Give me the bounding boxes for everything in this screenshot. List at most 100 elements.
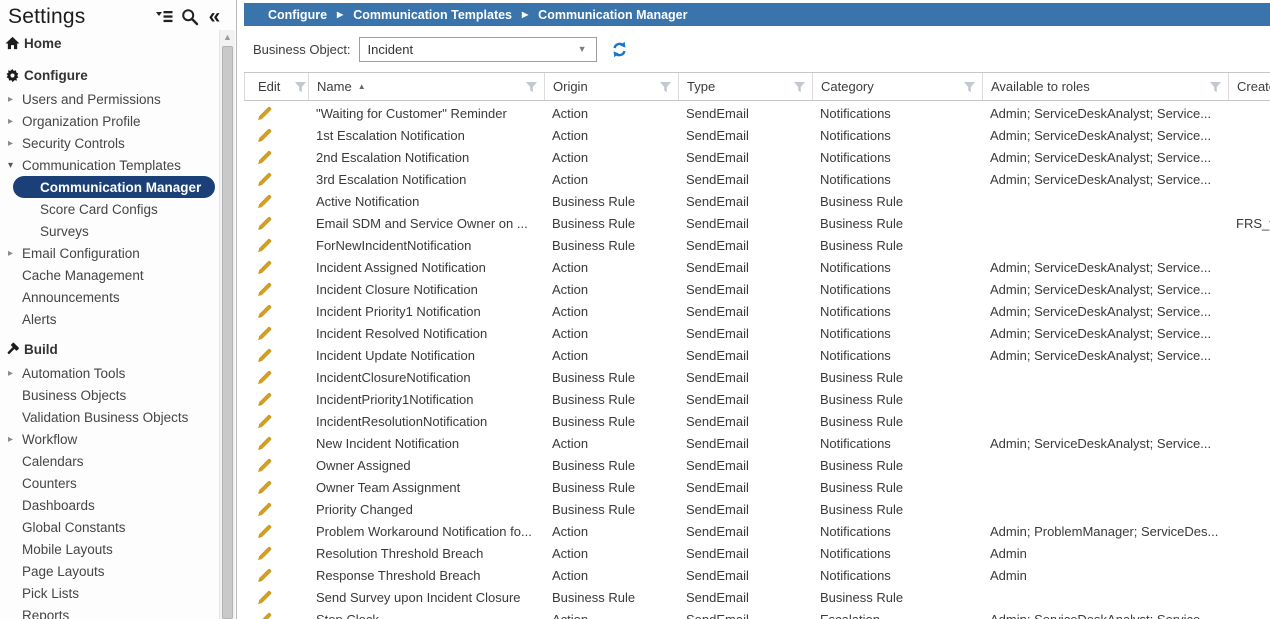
table-row[interactable]: "Waiting for Customer" Reminder Action S… xyxy=(244,102,1270,124)
edit-pencil-icon[interactable] xyxy=(257,304,272,319)
expand-arrow-icon[interactable]: ▸ xyxy=(8,138,22,149)
sidebar-item-validation-business-objects[interactable]: Validation Business Objects xyxy=(0,406,219,428)
edit-pencil-icon[interactable] xyxy=(257,348,272,363)
table-row[interactable]: ForNewIncidentNotification Business Rule… xyxy=(244,234,1270,256)
sidebar-item-reports[interactable]: Reports xyxy=(0,604,219,619)
table-row[interactable]: Email SDM and Service Owner on ... Busin… xyxy=(244,212,1270,234)
edit-pencil-icon[interactable] xyxy=(257,612,272,619)
sidebar-item-workflow[interactable]: ▸ Workflow xyxy=(0,428,219,450)
column-header-edit[interactable]: Edit xyxy=(245,73,309,100)
column-header-available-to-roles[interactable]: Available to roles xyxy=(983,73,1229,100)
table-row[interactable]: Incident Closure Notification Action Sen… xyxy=(244,278,1270,300)
breadcrumb-communication-manager[interactable]: Communication Manager xyxy=(538,8,687,22)
column-header-type[interactable]: Type xyxy=(679,73,813,100)
sidebar-item-build[interactable]: Build xyxy=(0,336,219,362)
table-row[interactable]: 1st Escalation Notification Action SendE… xyxy=(244,124,1270,146)
edit-pencil-icon[interactable] xyxy=(257,436,272,451)
sidebar-item-mobile-layouts[interactable]: Mobile Layouts xyxy=(0,538,219,560)
filter-funnel-icon[interactable] xyxy=(1203,81,1222,93)
sidebar-item-email-configuration[interactable]: ▸ Email Configuration xyxy=(0,242,219,264)
sidebar-item-score-card-configs[interactable]: Score Card Configs xyxy=(0,198,219,220)
table-row[interactable]: Incident Resolved Notification Action Se… xyxy=(244,322,1270,344)
edit-pencil-icon[interactable] xyxy=(257,568,272,583)
table-row[interactable]: Incident Assigned Notification Action Se… xyxy=(244,256,1270,278)
edit-pencil-icon[interactable] xyxy=(257,150,272,165)
table-row[interactable]: Problem Workaround Notification fo... Ac… xyxy=(244,520,1270,542)
edit-pencil-icon[interactable] xyxy=(257,458,272,473)
sidebar-item-business-objects[interactable]: Business Objects xyxy=(0,384,219,406)
table-row[interactable]: Owner Assigned Business Rule SendEmail B… xyxy=(244,454,1270,476)
sidebar-item-cache-management[interactable]: Cache Management xyxy=(0,264,219,286)
sidebar-item-announcements[interactable]: Announcements xyxy=(0,286,219,308)
edit-pencil-icon[interactable] xyxy=(257,326,272,341)
sidebar-item-users-and-permissions[interactable]: ▸ Users and Permissions xyxy=(0,88,219,110)
edit-pencil-icon[interactable] xyxy=(257,524,272,539)
filter-funnel-icon[interactable] xyxy=(957,81,976,93)
table-row[interactable]: Active Notification Business Rule SendEm… xyxy=(244,190,1270,212)
edit-pencil-icon[interactable] xyxy=(257,414,272,429)
expand-arrow-icon[interactable]: ▸ xyxy=(8,434,22,445)
edit-pencil-icon[interactable] xyxy=(257,590,272,605)
scroll-up-arrow-icon[interactable]: ▲ xyxy=(220,32,235,42)
sidebar-item-dashboards[interactable]: Dashboards xyxy=(0,494,219,516)
sidebar-item-pick-lists[interactable]: Pick Lists xyxy=(0,582,219,604)
filter-funnel-icon[interactable] xyxy=(653,81,672,93)
edit-pencil-icon[interactable] xyxy=(257,260,272,275)
table-row[interactable]: Incident Priority1 Notification Action S… xyxy=(244,300,1270,322)
expand-arrow-icon[interactable]: ▸ xyxy=(8,368,22,379)
column-header-create[interactable]: Create xyxy=(1229,73,1270,100)
sidebar-item-security-controls[interactable]: ▸ Security Controls xyxy=(0,132,219,154)
collapse-sidebar-icon[interactable]: « xyxy=(205,7,224,26)
edit-pencil-icon[interactable] xyxy=(257,106,272,121)
sidebar-item-global-constants[interactable]: Global Constants xyxy=(0,516,219,538)
sidebar-item-surveys[interactable]: Surveys xyxy=(0,220,219,242)
business-object-select[interactable]: Incident ▼ xyxy=(359,37,597,62)
table-row[interactable]: IncidentClosureNotification Business Rul… xyxy=(244,366,1270,388)
table-row[interactable]: Response Threshold Breach Action SendEma… xyxy=(244,564,1270,586)
search-icon[interactable] xyxy=(180,7,199,26)
edit-pencil-icon[interactable] xyxy=(257,282,272,297)
filter-funnel-icon[interactable] xyxy=(288,81,307,93)
table-row[interactable]: Stop Clock Action SendEmail Escalation A… xyxy=(244,608,1270,619)
table-row[interactable]: Owner Team Assignment Business Rule Send… xyxy=(244,476,1270,498)
filter-funnel-icon[interactable] xyxy=(519,81,538,93)
edit-pencil-icon[interactable] xyxy=(257,480,272,495)
edit-pencil-icon[interactable] xyxy=(257,194,272,209)
sidebar-item-organization-profile[interactable]: ▸ Organization Profile xyxy=(0,110,219,132)
table-row[interactable]: 2nd Escalation Notification Action SendE… xyxy=(244,146,1270,168)
table-row[interactable]: Priority Changed Business Rule SendEmail… xyxy=(244,498,1270,520)
table-row[interactable]: Incident Update Notification Action Send… xyxy=(244,344,1270,366)
table-row[interactable]: 3rd Escalation Notification Action SendE… xyxy=(244,168,1270,190)
edit-pencil-icon[interactable] xyxy=(257,546,272,561)
edit-pencil-icon[interactable] xyxy=(257,172,272,187)
sidebar-item-home[interactable]: Home xyxy=(0,30,219,56)
filter-funnel-icon[interactable] xyxy=(787,81,806,93)
column-header-name[interactable]: Name ▲ xyxy=(309,73,545,100)
scrollbar-thumb[interactable] xyxy=(222,46,233,619)
expand-arrow-icon[interactable]: ▸ xyxy=(8,94,22,105)
collapse-arrow-icon[interactable]: ▾ xyxy=(8,160,22,171)
table-row[interactable]: IncidentResolutionNotification Business … xyxy=(244,410,1270,432)
sidebar-item-counters[interactable]: Counters xyxy=(0,472,219,494)
sidebar-item-alerts[interactable]: Alerts xyxy=(0,308,219,330)
edit-pencil-icon[interactable] xyxy=(257,392,272,407)
edit-pencil-icon[interactable] xyxy=(257,370,272,385)
edit-pencil-icon[interactable] xyxy=(257,238,272,253)
edit-pencil-icon[interactable] xyxy=(257,502,272,517)
expand-arrow-icon[interactable]: ▸ xyxy=(8,116,22,127)
sidebar-item-automation-tools[interactable]: ▸ Automation Tools xyxy=(0,362,219,384)
sidebar-item-configure[interactable]: Configure xyxy=(0,62,219,88)
expand-arrow-icon[interactable]: ▸ xyxy=(8,248,22,259)
collapse-tree-icon[interactable] xyxy=(155,7,174,26)
edit-pencil-icon[interactable] xyxy=(257,128,272,143)
sidebar-item-communication-manager[interactable]: Communication Manager xyxy=(13,176,215,198)
edit-pencil-icon[interactable] xyxy=(257,216,272,231)
table-row[interactable]: Send Survey upon Incident Closure Busine… xyxy=(244,586,1270,608)
sidebar-scrollbar[interactable]: ▲ xyxy=(219,30,235,619)
refresh-button[interactable] xyxy=(610,39,630,59)
table-row[interactable]: IncidentPriority1Notification Business R… xyxy=(244,388,1270,410)
sidebar-item-page-layouts[interactable]: Page Layouts xyxy=(0,560,219,582)
column-header-category[interactable]: Category xyxy=(813,73,983,100)
breadcrumb-configure[interactable]: Configure xyxy=(268,8,327,22)
sidebar-item-communication-templates[interactable]: ▾ Communication Templates xyxy=(0,154,219,176)
